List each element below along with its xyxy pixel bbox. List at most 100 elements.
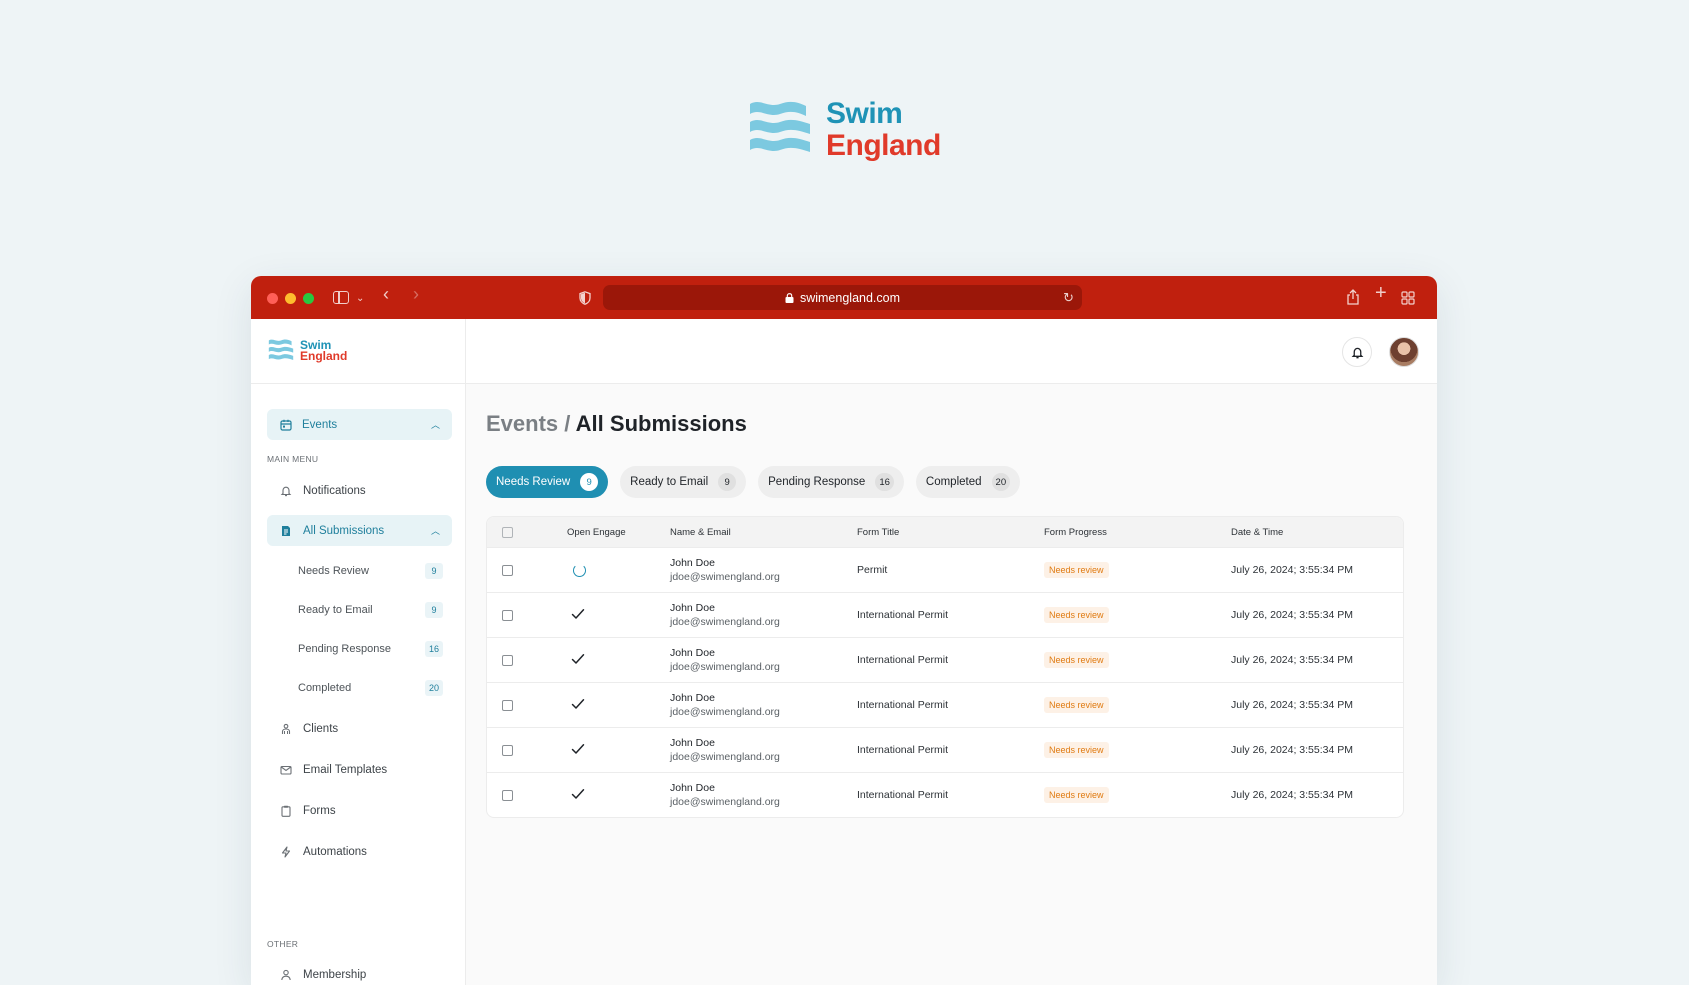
- sidebar-toggle-icon[interactable]: [333, 291, 349, 304]
- submitter-name: John Doe: [670, 782, 715, 794]
- column-header-form-progress[interactable]: Form Progress: [1044, 527, 1231, 538]
- sidebar-item-membership[interactable]: Membership: [267, 959, 452, 985]
- sidebar-item-email-templates[interactable]: Email Templates: [267, 754, 452, 785]
- sidebar-item-automations[interactable]: Automations: [267, 836, 452, 867]
- sidebar-subitem-pending-response[interactable]: Pending Response 16: [298, 637, 443, 661]
- form-progress-cell: Needs review: [1044, 742, 1231, 758]
- users-icon: [281, 723, 291, 734]
- name-email-cell: John Doe jdoe@swimengland.org: [670, 782, 857, 808]
- sidebar-item-label: Email Templates: [303, 763, 388, 776]
- swim-england-logo-mark-icon: [750, 101, 810, 152]
- forward-arrow-icon[interactable]: ›: [413, 285, 419, 303]
- sidebar-item-forms[interactable]: Forms: [267, 795, 452, 826]
- tab-label: Ready to Email: [630, 476, 709, 488]
- checkmark-icon: [571, 788, 585, 799]
- hero-wordmark: Swim England: [826, 99, 941, 161]
- checkmark-icon: [571, 608, 585, 619]
- hero-brand-line2: England: [826, 129, 941, 162]
- minimize-window-button[interactable]: [285, 293, 296, 304]
- form-title-cell: Permit: [857, 564, 888, 576]
- table-row[interactable]: John Doe jdoe@swimengland.org Internatio…: [487, 637, 1403, 682]
- form-progress-cell: Needs review: [1044, 607, 1231, 623]
- checkmark-icon: [571, 698, 585, 709]
- tab-count-badge: 9: [718, 473, 737, 491]
- sidebar-subitem-ready-to-email[interactable]: Ready to Email 9: [298, 598, 443, 622]
- privacy-shield-icon[interactable]: [579, 291, 591, 305]
- row-checkbox[interactable]: [502, 609, 513, 621]
- date-time-cell: July 26, 2024; 3:55:34 PM: [1231, 654, 1353, 666]
- column-header-open-engage[interactable]: Open Engage: [567, 527, 670, 538]
- row-checkbox[interactable]: [502, 744, 513, 756]
- name-email-cell: John Doe jdoe@swimengland.org: [670, 557, 857, 583]
- chevron-up-icon: ︿: [430, 420, 440, 430]
- table-row[interactable]: John Doe jdoe@swimengland.org Internatio…: [487, 772, 1403, 817]
- table-header: Open Engage Name & Email Form Title Form…: [487, 517, 1403, 547]
- table-row[interactable]: John Doe jdoe@swimengland.org Permit Nee…: [487, 547, 1403, 592]
- sidebar-subitem-completed[interactable]: Completed 20: [298, 676, 443, 700]
- breadcrumb-events[interactable]: Events /: [486, 411, 570, 436]
- column-header-name-email[interactable]: Name & Email: [670, 527, 857, 538]
- tab-pending-response[interactable]: Pending Response 16: [758, 466, 904, 498]
- engage-status-cell: [567, 788, 670, 803]
- sidebar: Swim England Events ︿ MAIN MENU Notifica…: [251, 319, 466, 985]
- document-icon: [282, 525, 290, 536]
- row-checkbox[interactable]: [502, 564, 513, 576]
- reload-icon[interactable]: ↻: [1063, 290, 1074, 306]
- close-window-button[interactable]: [267, 293, 278, 304]
- sidebar-subitem-needs-review[interactable]: Needs Review 9: [298, 559, 443, 583]
- tab-ready-to-email[interactable]: Ready to Email 9: [620, 466, 747, 498]
- loading-spinner-icon: [573, 563, 586, 577]
- status-badge: Needs review: [1044, 607, 1109, 623]
- sidebar-subitem-label: Pending Response: [298, 643, 391, 655]
- sidebar-item-notifications[interactable]: Notifications: [267, 475, 452, 506]
- column-header-date-time[interactable]: Date & Time: [1231, 527, 1403, 538]
- sidebar-subitem-label: Ready to Email: [298, 604, 373, 616]
- date-time-cell: July 26, 2024; 3:55:34 PM: [1231, 744, 1353, 756]
- name-email-cell: John Doe jdoe@swimengland.org: [670, 737, 857, 763]
- tab-label: Pending Response: [768, 476, 866, 488]
- row-checkbox[interactable]: [502, 654, 513, 666]
- new-tab-icon[interactable]: +: [1375, 283, 1387, 303]
- tab-completed[interactable]: Completed 20: [915, 466, 1021, 498]
- address-bar[interactable]: swimengland.com ↻: [603, 285, 1082, 310]
- row-checkbox[interactable]: [502, 699, 513, 711]
- tab-overview-icon[interactable]: [1401, 291, 1415, 305]
- table-body: John Doe jdoe@swimengland.org Permit Nee…: [487, 547, 1403, 817]
- form-title-cell: International Permit: [857, 609, 949, 621]
- sidebar-item-all-submissions[interactable]: All Submissions ︿: [267, 515, 452, 546]
- submitter-name: John Doe: [670, 737, 715, 749]
- count-badge: 16: [425, 641, 443, 657]
- tab-needs-review[interactable]: Needs Review 9: [486, 466, 609, 498]
- sidebar-item-label: Forms: [303, 804, 336, 817]
- page-title: Events / All Submissions: [486, 411, 747, 437]
- app: Swim England Events ︿ MAIN MENU Notifica…: [251, 319, 1437, 985]
- events-label: Events: [302, 418, 338, 431]
- back-arrow-icon[interactable]: ‹: [383, 285, 389, 303]
- mail-icon: [280, 765, 292, 775]
- submitter-name: John Doe: [670, 692, 715, 704]
- submitter-email: jdoe@swimengland.org: [670, 571, 780, 583]
- name-email-cell: John Doe jdoe@swimengland.org: [670, 692, 857, 718]
- chevron-down-icon[interactable]: ⌄: [356, 291, 364, 307]
- table-row[interactable]: John Doe jdoe@swimengland.org Internatio…: [487, 727, 1403, 772]
- form-title-cell: International Permit: [857, 654, 949, 666]
- bell-icon: [1351, 347, 1363, 358]
- browser-titlebar: ⌄ ‹ › swimengland.com ↻ +: [251, 276, 1437, 319]
- user-avatar[interactable]: [1389, 337, 1419, 367]
- table-row[interactable]: John Doe jdoe@swimengland.org Internatio…: [487, 592, 1403, 637]
- notifications-button[interactable]: [1342, 337, 1372, 367]
- status-badge: Needs review: [1044, 697, 1109, 713]
- sidebar-item-clients[interactable]: Clients: [267, 713, 452, 744]
- submitter-name: John Doe: [670, 647, 715, 659]
- events-selector[interactable]: Events ︿: [267, 409, 452, 440]
- submitter-email: jdoe@swimengland.org: [670, 796, 780, 808]
- row-checkbox[interactable]: [502, 789, 513, 801]
- maximize-window-button[interactable]: [303, 293, 314, 304]
- sidebar-logo[interactable]: Swim England: [251, 319, 465, 384]
- share-icon[interactable]: [1346, 289, 1360, 305]
- select-all-checkbox[interactable]: [502, 526, 513, 538]
- table-row[interactable]: John Doe jdoe@swimengland.org Internatio…: [487, 682, 1403, 727]
- column-header-form-title[interactable]: Form Title: [857, 527, 1044, 538]
- sidebar-subitem-label: Completed: [298, 682, 352, 694]
- date-time-cell: July 26, 2024; 3:55:34 PM: [1231, 789, 1353, 801]
